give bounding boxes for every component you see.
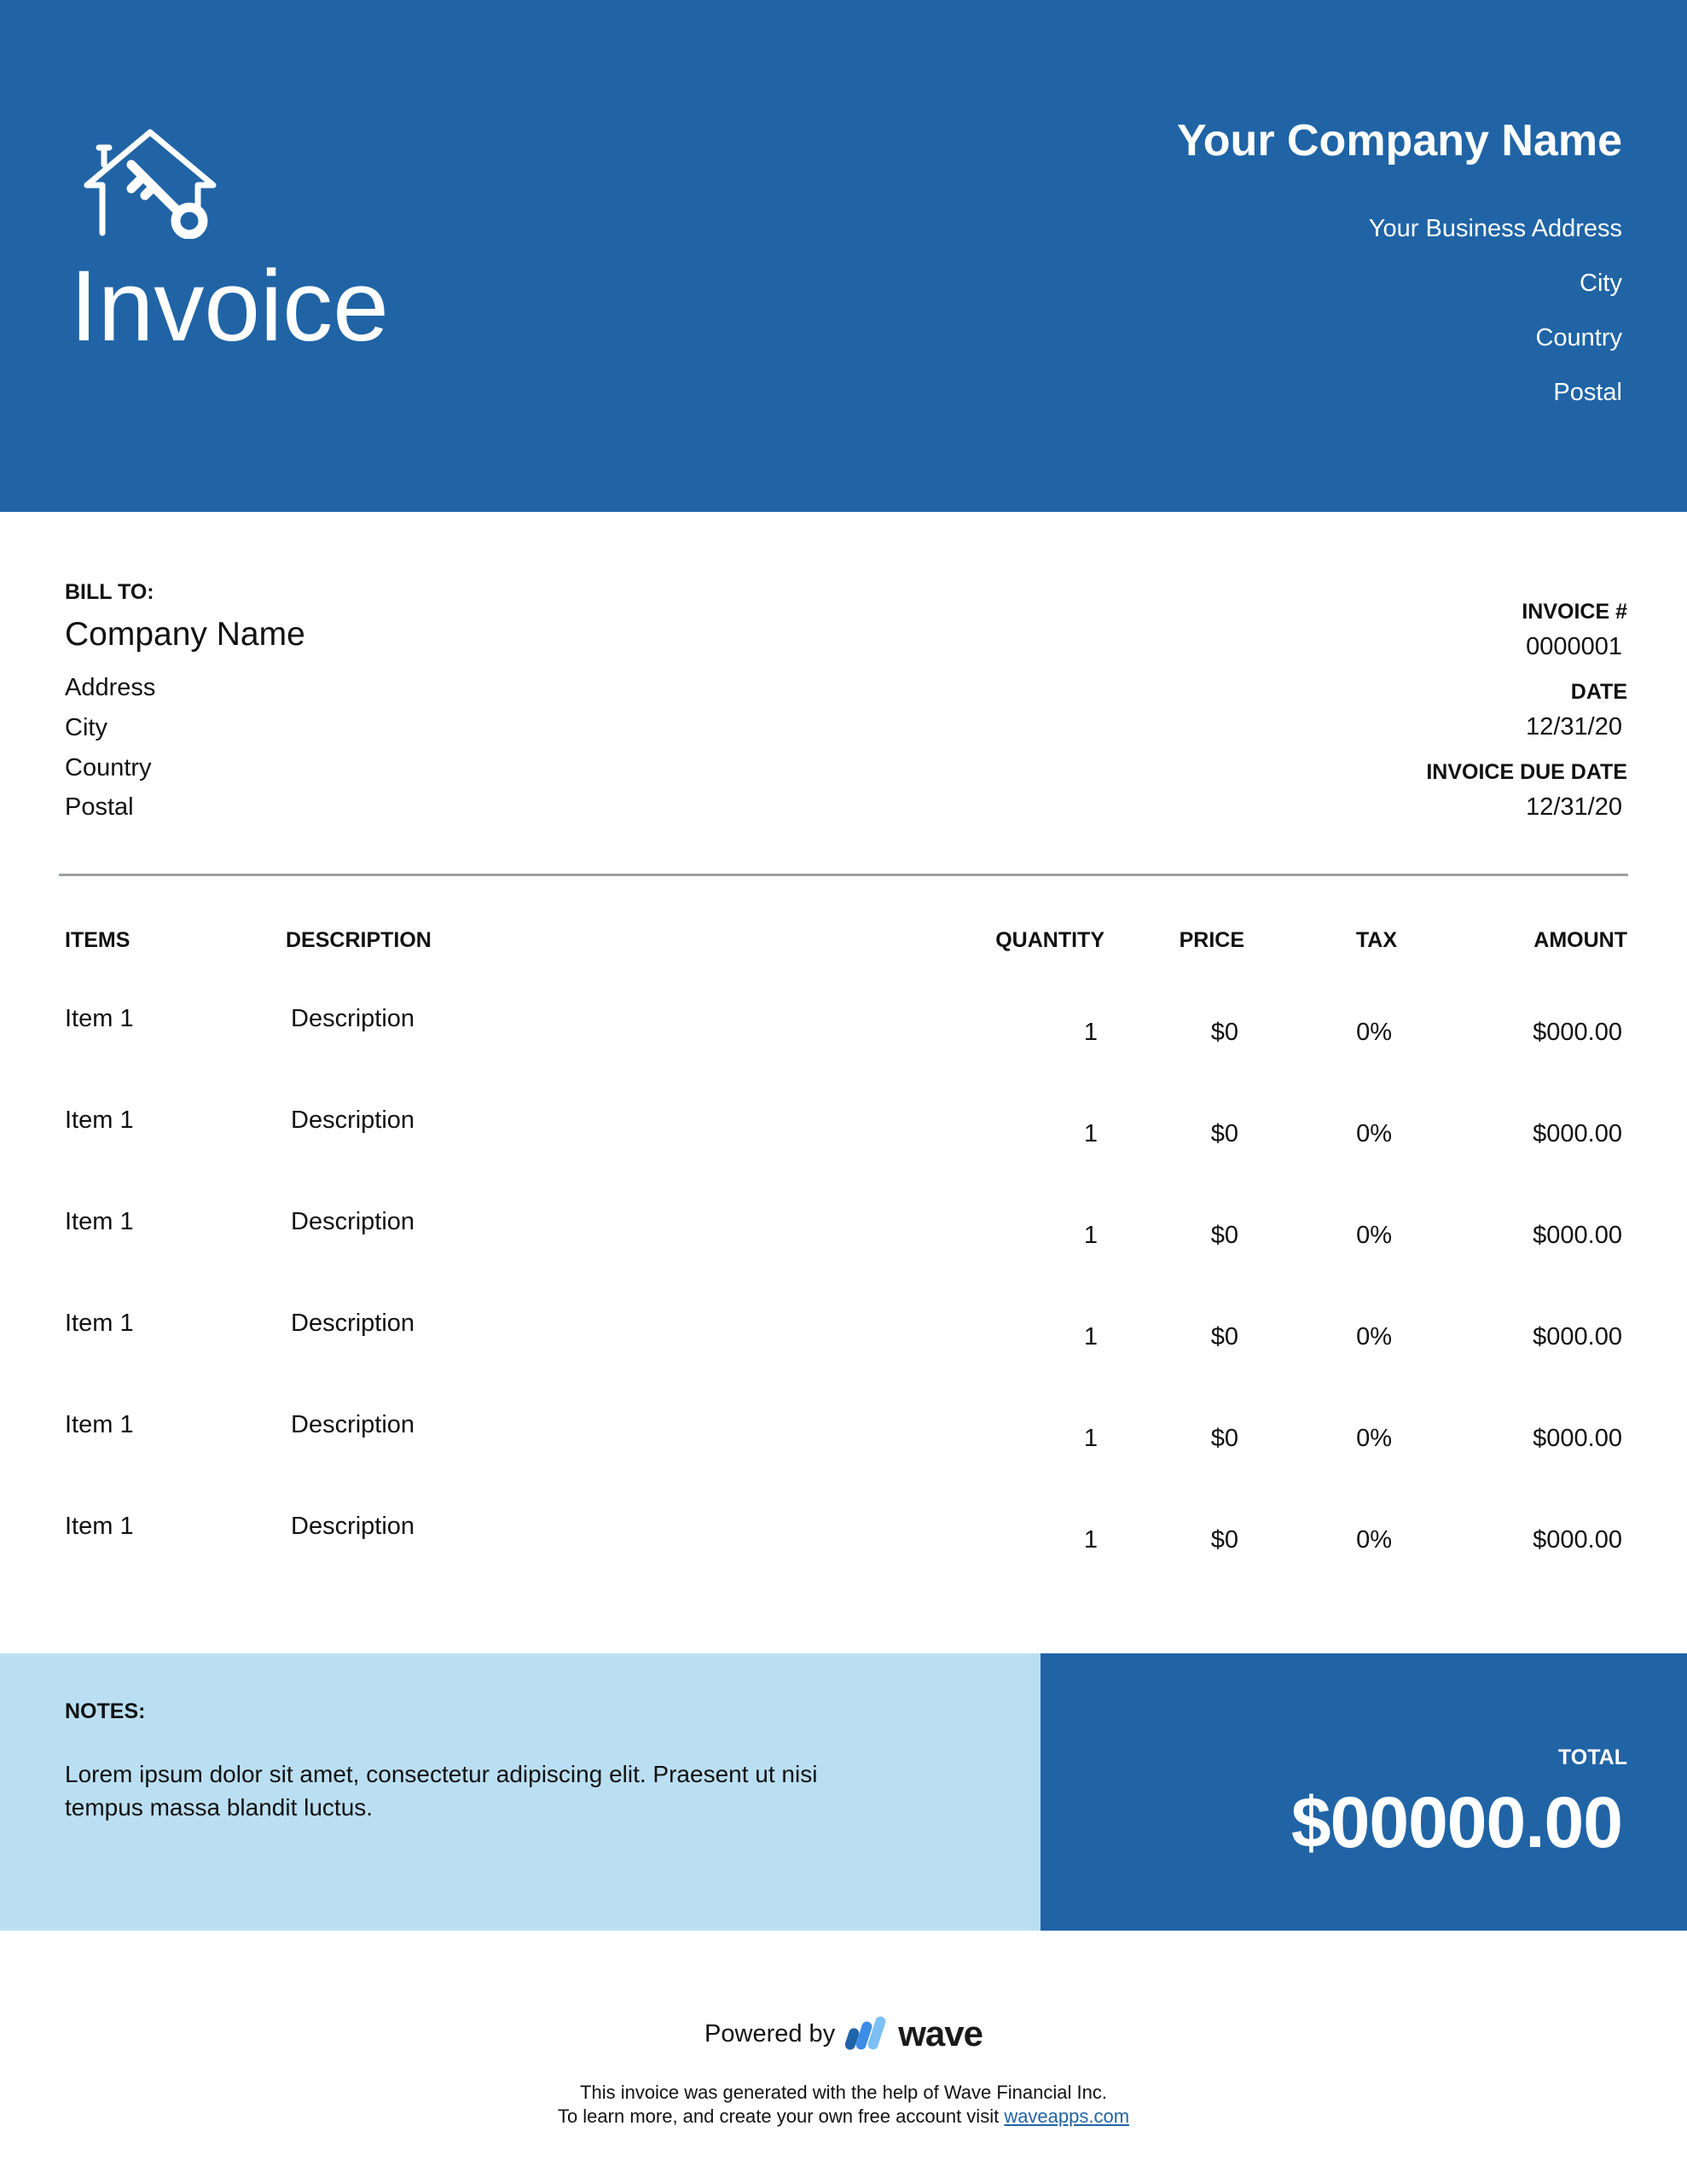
quantity-cell: 1 [1083, 1323, 1098, 1350]
due-date-label: INVOICE DUE DATE [1426, 760, 1627, 784]
total-amount: $00000.00 [1290, 1782, 1623, 1862]
company-country: Country [1535, 324, 1622, 351]
wave-logo-icon [845, 2016, 886, 2050]
price-cell: $0 [1210, 1526, 1238, 1554]
wave-brand-text: wave [898, 2013, 983, 2053]
price-cell: $0 [1210, 1323, 1238, 1350]
total-label: TOTAL [1557, 1745, 1627, 1769]
tax-cell: 0% [1356, 1222, 1392, 1249]
item-cell: Item 1 [65, 1310, 134, 1337]
company-city: City [1580, 270, 1622, 297]
invoice-header: Invoice Your Company Name Your Business … [0, 0, 1687, 512]
column-header-description: DESCRIPTION [286, 928, 432, 952]
description-cell: Description [291, 1005, 415, 1032]
column-header-tax: TAX [1355, 928, 1397, 952]
date-label: DATE [1570, 680, 1627, 704]
company-address: Your Business Address [1368, 215, 1622, 242]
quantity-cell: 1 [1083, 1120, 1098, 1147]
amount-cell: $000.00 [1533, 1323, 1622, 1350]
description-cell: Description [291, 1208, 415, 1235]
quantity-cell: 1 [1083, 1019, 1098, 1046]
bill-to-country: Country [65, 754, 152, 781]
invoice-number: 0000001 [1526, 633, 1622, 660]
item-cell: Item 1 [65, 1411, 134, 1438]
amount-cell: $000.00 [1533, 1019, 1622, 1046]
bill-to-address: Address [65, 674, 156, 701]
description-cell: Description [291, 1411, 415, 1438]
column-header-price: PRICE [1179, 928, 1244, 952]
item-cell: Item 1 [65, 1005, 134, 1032]
page-title: Invoice [70, 250, 389, 363]
footer-line-1: This invoice was generated with the help… [580, 2082, 1107, 2103]
quantity-cell: 1 [1083, 1526, 1098, 1554]
invoice-number-label: INVOICE # [1522, 600, 1627, 624]
notes-text: Lorem ipsum dolor sit amet, consectetur … [65, 1761, 818, 1821]
company-name: Your Company Name [1176, 116, 1622, 166]
bill-to-city: City [65, 714, 107, 741]
price-cell: $0 [1210, 1222, 1238, 1249]
waveapps-link[interactable]: waveapps.com [1004, 2106, 1129, 2127]
item-cell: Item 1 [65, 1107, 134, 1134]
description-cell: Description [291, 1513, 415, 1540]
notes-label: NOTES: [65, 1699, 146, 1723]
section-divider [59, 874, 1628, 876]
footer-line-2-text: To learn more, and create your own free … [557, 2106, 1005, 2127]
price-cell: $0 [1210, 1019, 1238, 1046]
amount-cell: $000.00 [1533, 1526, 1622, 1554]
tax-cell: 0% [1356, 1526, 1392, 1554]
price-cell: $0 [1210, 1120, 1238, 1147]
bill-to-postal: Postal [65, 793, 134, 821]
item-cell: Item 1 [65, 1513, 134, 1540]
quantity-cell: 1 [1083, 1425, 1098, 1452]
column-header-items: ITEMS [65, 928, 130, 952]
powered-by-text: Powered by [704, 2019, 836, 2048]
tax-cell: 0% [1356, 1323, 1392, 1350]
bill-to-label: BILL TO: [65, 580, 154, 604]
bill-to-company: Company Name [65, 616, 305, 653]
powered-by: Powered by wave [0, 2013, 1687, 2054]
column-header-quantity: QUANTITY [995, 928, 1104, 952]
tax-cell: 0% [1356, 1425, 1392, 1452]
invoice-due-date: 12/31/20 [1526, 793, 1622, 821]
invoice-date: 12/31/20 [1526, 713, 1622, 741]
amount-cell: $000.00 [1533, 1222, 1622, 1249]
column-header-amount: AMOUNT [1533, 928, 1627, 952]
footer-line-2: To learn more, and create your own free … [0, 2106, 1687, 2128]
description-cell: Description [291, 1310, 415, 1337]
company-postal: Postal [1553, 379, 1622, 406]
tax-cell: 0% [1356, 1120, 1392, 1147]
price-cell: $0 [1210, 1425, 1238, 1452]
amount-cell: $000.00 [1533, 1120, 1622, 1147]
description-cell: Description [291, 1107, 415, 1134]
house-key-icon [84, 129, 217, 239]
tax-cell: 0% [1356, 1019, 1392, 1046]
amount-cell: $000.00 [1533, 1425, 1622, 1452]
item-cell: Item 1 [65, 1208, 134, 1235]
quantity-cell: 1 [1083, 1222, 1098, 1249]
